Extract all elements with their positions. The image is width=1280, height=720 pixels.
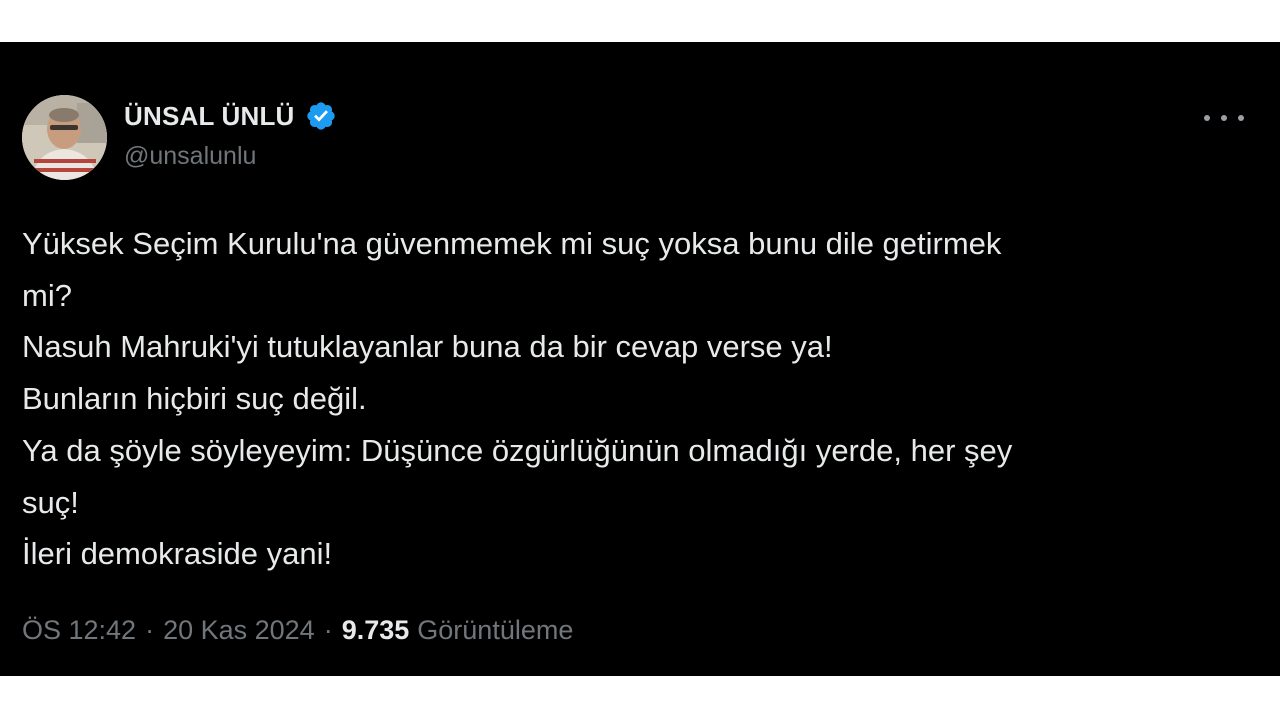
tweet-text-line: Yüksek Seçim Kurulu'na güvenmemek mi suç… [22,226,1002,261]
author-handle[interactable]: @unsalunlu [124,142,256,171]
avatar-image [22,95,107,180]
more-dot [1238,115,1244,121]
tweet-card: ÜNSAL ÜNLÜ @unsalunlu Yüksek Seçim Kurul… [0,42,1280,676]
more-dot [1221,115,1227,121]
tweet-text-line: Ya da şöyle söyleyeyim: Düşünce özgürlüğ… [22,432,1013,468]
author-display-name[interactable]: ÜNSAL ÜNLÜ [124,101,295,132]
tweet-text-line: Nasuh Mahruki'yi tutuklayanlar buna da b… [22,329,833,365]
views-count: 9.735 [341,614,410,645]
tweet-text-line: mi? [22,277,72,313]
more-dot [1204,115,1210,121]
verified-badge-icon [306,102,335,130]
views-label: Görüntüleme [417,614,574,645]
tweet-text-line: Bunların hiçbiri suç değil. [22,381,367,417]
more-options-icon[interactable] [1204,106,1244,130]
meta-separator: · [323,614,333,645]
tweet-text: Yüksek Seçim Kurulu'na güvenmemek mi suç… [22,218,1232,580]
tweet-date[interactable]: 20 Kas 2024 [163,615,315,646]
tweet-text-line: suç! [22,484,79,520]
author-name-row: ÜNSAL ÜNLÜ [124,98,337,134]
tweet-text-line: İleri demokraside yani! [22,536,333,572]
meta-separator: · [145,614,155,645]
tweet-time[interactable]: ÖS 12:42 [22,615,136,646]
avatar[interactable] [22,95,107,180]
tweet-meta: ÖS 12:42 · 20 Kas 2024 · 9.735 Görüntüle… [22,612,573,648]
